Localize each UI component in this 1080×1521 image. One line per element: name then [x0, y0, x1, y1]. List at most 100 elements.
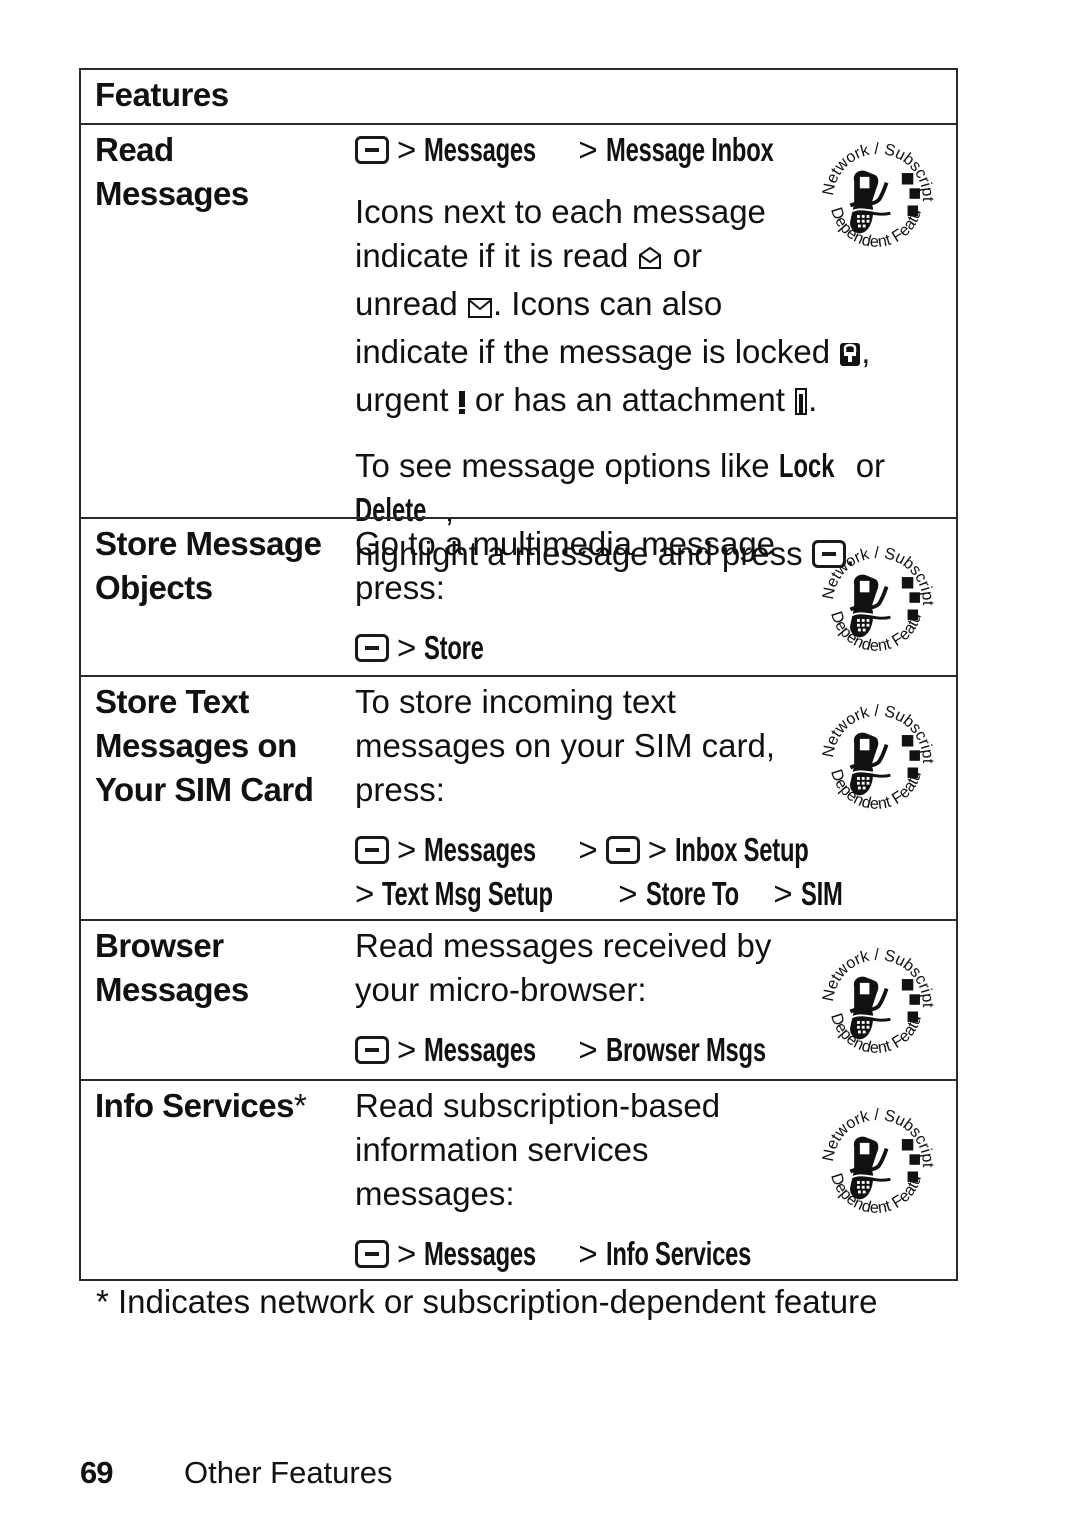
- desc-text: or: [855, 447, 886, 484]
- menu-path: > Messages > Browser Msgs: [355, 1028, 818, 1072]
- desc-line: unread . Icons can also: [355, 282, 956, 330]
- section-name: Other Features: [184, 1455, 393, 1490]
- path-separator: >: [397, 1235, 417, 1272]
- feature-name-line: Store Text: [95, 683, 249, 720]
- feature-row-info-services: Info Services* Read subscription-based i…: [81, 1079, 956, 1279]
- feature-name-line: Messages: [95, 175, 249, 212]
- desc-text: indicate if the message is locked: [355, 333, 831, 370]
- path-separator: >: [578, 831, 598, 868]
- lock-option: Lock: [778, 447, 835, 484]
- footnote-marker: *: [293, 1087, 307, 1124]
- feature-name-line: Objects: [95, 569, 213, 606]
- path-separator: >: [578, 1235, 598, 1272]
- desc-text: unread: [355, 285, 458, 322]
- path-separator: >: [397, 131, 417, 168]
- path-item-messages: Messages: [424, 131, 537, 168]
- path-item-text-msg-setup: Text Msg Setup: [382, 875, 554, 912]
- path-separator: >: [578, 131, 598, 168]
- feature-name-line: Messages: [95, 971, 249, 1008]
- menu-key-icon: [355, 634, 389, 662]
- path-separator: >: [773, 875, 793, 912]
- desc-line: Go to a multimedia message: [355, 525, 776, 562]
- feature-row-store-message-objects: Store Message Objects Go to a multimedia…: [81, 517, 956, 675]
- path-item-message-inbox: Message Inbox: [605, 131, 774, 168]
- desc-line: messages:: [355, 1175, 515, 1212]
- desc-text: indicate if it is read: [355, 237, 629, 274]
- desc-line: Read messages received by: [355, 927, 772, 964]
- desc-text: or: [672, 237, 702, 274]
- path-separator: >: [397, 831, 417, 868]
- desc-line: indicate if the message is locked ,: [355, 330, 956, 378]
- path-separator: >: [397, 629, 417, 666]
- path-item-store-to: Store To: [645, 875, 739, 912]
- desc-text: To see message options like: [355, 447, 770, 484]
- feature-name: Store Message Objects: [95, 522, 322, 610]
- lock-icon: [839, 334, 861, 378]
- desc-line: press:: [355, 771, 445, 808]
- feature-row-store-text-messages-sim: Store Text Messages on Your SIM Card To …: [81, 675, 956, 919]
- menu-path-continued: > Text Msg Setup > Store To > SIM: [355, 872, 851, 916]
- network-subscription-dependent-feature-icon: [816, 939, 939, 1059]
- path-separator: >: [355, 875, 375, 912]
- table-header: Features: [95, 76, 229, 113]
- path-item-messages: Messages: [424, 1235, 537, 1272]
- menu-key-icon: [355, 836, 389, 864]
- desc-text: ,: [861, 333, 871, 370]
- path-item-messages: Messages: [424, 831, 537, 868]
- path-item-browser-msgs: Browser Msgs: [605, 1031, 766, 1068]
- feature-name-line: Store Message: [95, 525, 322, 562]
- feature-name: Read Messages: [95, 128, 249, 216]
- menu-key-icon: [605, 836, 640, 864]
- feature-description: Read subscription-based information serv…: [355, 1084, 798, 1276]
- envelope-open-icon: [637, 238, 663, 282]
- desc-line: urgent or has an attachment .: [355, 378, 956, 426]
- desc-text: . Icons can also: [492, 285, 723, 322]
- menu-path: > Store: [355, 626, 775, 670]
- network-subscription-dependent-feature-icon: [816, 1099, 939, 1219]
- footnote: * Indicates network or subscription-depe…: [96, 1283, 878, 1320]
- desc-line: information services: [355, 1131, 649, 1168]
- table-header-row: Features: [81, 70, 956, 123]
- menu-key-icon: [355, 1036, 389, 1064]
- path-item-inbox-setup: Inbox Setup: [674, 831, 809, 868]
- path-item-info-services: Info Services: [605, 1235, 751, 1272]
- path-separator: >: [618, 875, 638, 912]
- desc-text: urgent: [355, 381, 449, 418]
- page-number: 69: [80, 1455, 113, 1490]
- network-subscription-dependent-feature-icon: [816, 695, 939, 815]
- feature-name: Info Services*: [95, 1084, 307, 1128]
- path-item-store: Store: [424, 629, 484, 666]
- feature-name-line: Info Services: [95, 1087, 294, 1124]
- desc-text: .: [808, 381, 818, 418]
- feature-description: Go to a multimedia message press: > Store: [355, 522, 775, 670]
- feature-description: Read messages received by your micro-bro…: [355, 924, 818, 1072]
- desc-text: or has an attachment: [474, 381, 785, 418]
- path-separator: >: [578, 1031, 598, 1068]
- desc-line: To store incoming text: [355, 683, 676, 720]
- desc-line: your micro-browser:: [355, 971, 647, 1008]
- desc-line: Read subscription-based: [355, 1087, 721, 1124]
- desc-line: press:: [355, 569, 445, 606]
- menu-path: > Messages > > Inbox Setup: [355, 828, 851, 872]
- feature-description: To store incoming text messages on your …: [355, 680, 851, 916]
- feature-name-line: Read: [95, 131, 174, 168]
- feature-name: Store Text Messages on Your SIM Card: [95, 680, 314, 812]
- network-subscription-dependent-feature-icon: [816, 133, 939, 253]
- feature-row-browser-messages: Browser Messages Read messages received …: [81, 919, 956, 1079]
- path-item-sim: SIM: [800, 875, 843, 912]
- path-item-messages: Messages: [424, 1031, 537, 1068]
- feature-name-line: Your SIM Card: [95, 771, 314, 808]
- path-separator: >: [397, 1031, 417, 1068]
- exclamation-icon: [458, 382, 466, 426]
- feature-row-read-messages: Read Messages > Messages > Message Inbox Ic…: [81, 123, 956, 572]
- network-subscription-dependent-feature-icon: [816, 537, 939, 657]
- path-separator: >: [647, 831, 667, 868]
- menu-key-icon: [355, 1240, 389, 1268]
- feature-name: Browser Messages: [95, 924, 249, 1012]
- paperclip-icon: [794, 382, 808, 426]
- feature-name-line: Messages on: [95, 727, 297, 764]
- menu-key-icon: [355, 136, 389, 164]
- feature-name-line: Browser: [95, 927, 224, 964]
- desc-line: messages on your SIM card,: [355, 727, 776, 764]
- envelope-closed-icon: [467, 286, 493, 330]
